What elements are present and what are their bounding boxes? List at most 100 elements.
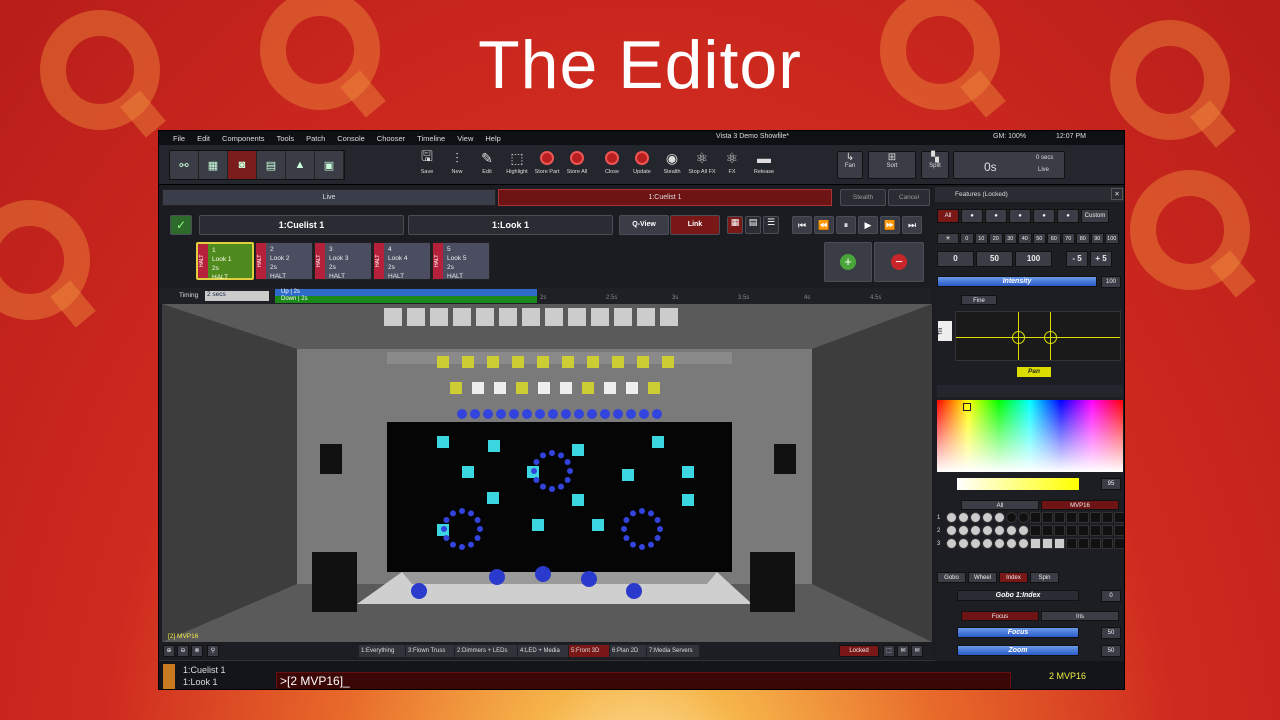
play-icon[interactable]: ▶ <box>858 216 878 234</box>
gobo-slot[interactable] <box>1066 538 1077 549</box>
layout-icon[interactable]: ▣ <box>315 151 344 179</box>
pause-icon[interactable]: ⏸ <box>836 216 856 234</box>
menu-components[interactable]: Components <box>222 134 265 143</box>
gobo-slot[interactable] <box>1054 525 1065 536</box>
save-button[interactable]: 🖫 Save <box>412 147 442 185</box>
view-tab[interactable]: 5:Front 3D <box>569 645 609 657</box>
gobo-slot[interactable] <box>982 538 993 549</box>
color-icon[interactable]: ● <box>1009 209 1031 223</box>
calculator-icon[interactable]: ▦ <box>199 151 228 179</box>
color-value[interactable]: 95 <box>1101 478 1121 490</box>
menu-view[interactable]: View <box>457 134 473 143</box>
gobo-mode-button[interactable]: Wheel <box>968 572 997 583</box>
split-button[interactable]: ▚ Split <box>921 151 949 179</box>
gobo-slot[interactable] <box>1018 538 1029 549</box>
qview-button[interactable]: Q-View <box>619 215 669 235</box>
view-tab[interactable]: 6:Plan 2D <box>610 645 646 657</box>
cuelist-icon[interactable]: ▤ <box>257 151 286 179</box>
fx-button[interactable]: ⚛ FX <box>717 147 747 185</box>
command-input[interactable]: >[2 MVP16]_ <box>276 672 1011 689</box>
store-part-button[interactable]: Store Part <box>532 147 562 185</box>
stop-all-fx-button[interactable]: ⚛ Stop All FX <box>687 147 717 185</box>
gobo-slot[interactable] <box>1054 538 1065 549</box>
gobo-index-value[interactable]: 0 <box>1101 590 1121 602</box>
cue-card[interactable]: HALT 3 Look 3 2s HALT <box>314 242 372 280</box>
look-name[interactable]: 1:Look 1 <box>408 215 613 235</box>
level-button[interactable]: 80 <box>1076 233 1090 244</box>
gobo-slot[interactable] <box>970 525 981 536</box>
level-button[interactable]: 50 <box>1032 233 1046 244</box>
level-button[interactable]: 20 <box>989 233 1003 244</box>
go-check-button[interactable]: ✓ <box>170 215 192 235</box>
close-button[interactable]: Close <box>597 147 627 185</box>
quick-level-button[interactable]: 50 <box>976 251 1013 267</box>
gobo-slot[interactable] <box>958 512 969 523</box>
gobo-slot[interactable] <box>1018 525 1029 536</box>
level-button[interactable]: 100 <box>1105 233 1119 244</box>
editor-icon[interactable]: ◙ <box>228 151 257 179</box>
focus-slider[interactable]: Focus <box>957 627 1079 638</box>
close-icon[interactable]: ✕ <box>1111 188 1123 200</box>
custom-button[interactable]: Custom <box>1081 209 1109 223</box>
gobo-mode-button[interactable]: Gobo <box>937 572 966 583</box>
live-bar[interactable]: Live <box>162 189 496 206</box>
gobo-mode-button[interactable]: Index <box>999 572 1028 583</box>
time-display[interactable]: 0s 0 secs Live <box>953 151 1065 179</box>
menu-timeline[interactable]: Timeline <box>417 134 445 143</box>
gobo-slot[interactable] <box>1018 512 1029 523</box>
fan-button[interactable]: ↳ Fan <box>837 151 863 179</box>
gobo-slot[interactable] <box>1114 525 1124 536</box>
mail-icon[interactable]: ✉ <box>911 645 923 657</box>
pan-tilt-grid[interactable] <box>955 311 1121 361</box>
gobo-slot[interactable] <box>994 512 1005 523</box>
color-picker[interactable] <box>937 400 1123 472</box>
gobo-slot[interactable] <box>994 538 1005 549</box>
gobo-slot[interactable] <box>1102 525 1113 536</box>
view-tab[interactable]: 1:Everything <box>359 645 405 657</box>
level-button[interactable]: 90 <box>1090 233 1104 244</box>
gobo-slot[interactable] <box>982 512 993 523</box>
gobo-slot[interactable] <box>1078 525 1089 536</box>
remove-cue-button[interactable]: − <box>874 242 924 282</box>
view-tab[interactable]: 2:Dimmers + LEDs <box>455 645 517 657</box>
update-button[interactable]: Update <box>627 147 657 185</box>
gobo-tab[interactable]: MVP16 <box>1041 500 1119 510</box>
playback-bar[interactable]: 1:Cuelist 1 <box>498 189 832 206</box>
gobo-slot[interactable] <box>946 538 957 549</box>
rewind-icon[interactable]: ⏪ <box>814 216 834 234</box>
menu-file[interactable]: File <box>173 134 185 143</box>
highlight-button[interactable]: ⬚ Highlight <box>502 147 532 185</box>
gobo-mode-button[interactable]: Spin <box>1030 572 1059 583</box>
gobo-slot[interactable] <box>1090 538 1101 549</box>
zoom-slider[interactable]: Zoom <box>957 645 1079 656</box>
zoom-in-icon[interactable]: ⊕ <box>163 645 175 657</box>
zoom-value[interactable]: 50 <box>1101 645 1121 657</box>
focus-tab[interactable]: Focus <box>961 611 1039 621</box>
stealth-button[interactable]: ◉ Stealth <box>657 147 687 185</box>
gobo-slot[interactable] <box>1078 538 1089 549</box>
menu-help[interactable]: Help <box>485 134 500 143</box>
quick-level-button[interactable]: + 5 <box>1090 251 1112 267</box>
cue-card[interactable]: HALT 5 Look 5 2s HALT <box>432 242 490 280</box>
focus-value[interactable]: 50 <box>1101 627 1121 639</box>
cue-card[interactable]: HALT 1 Look 1 2s HALT <box>196 242 254 281</box>
fast-forward-icon[interactable]: ⏩ <box>880 216 900 234</box>
gobo-slot[interactable] <box>970 512 981 523</box>
gobo-slot[interactable] <box>1114 512 1124 523</box>
level-button[interactable]: 70 <box>1061 233 1075 244</box>
patch-icon[interactable]: ⚯ <box>170 151 199 179</box>
gobo-slot[interactable] <box>1066 512 1077 523</box>
gobo-slot[interactable] <box>1078 512 1089 523</box>
new-button[interactable]: ⫶ New <box>442 147 472 185</box>
release-button[interactable]: ▬ Release <box>749 147 779 185</box>
gobo-slot[interactable] <box>1102 538 1113 549</box>
gobo-slot[interactable] <box>1030 538 1041 549</box>
sort-button[interactable]: ⊞ Sort <box>868 151 916 179</box>
menu-patch[interactable]: Patch <box>306 134 325 143</box>
link-button[interactable]: Link <box>670 215 720 235</box>
list-view-icon[interactable]: ▤ <box>745 216 761 234</box>
cue-card[interactable]: HALT 2 Look 2 2s HALT <box>255 242 313 280</box>
level-button[interactable]: 30 <box>1003 233 1017 244</box>
intensity-icon[interactable]: ● <box>961 209 983 223</box>
gobo-slot[interactable] <box>1030 512 1041 523</box>
